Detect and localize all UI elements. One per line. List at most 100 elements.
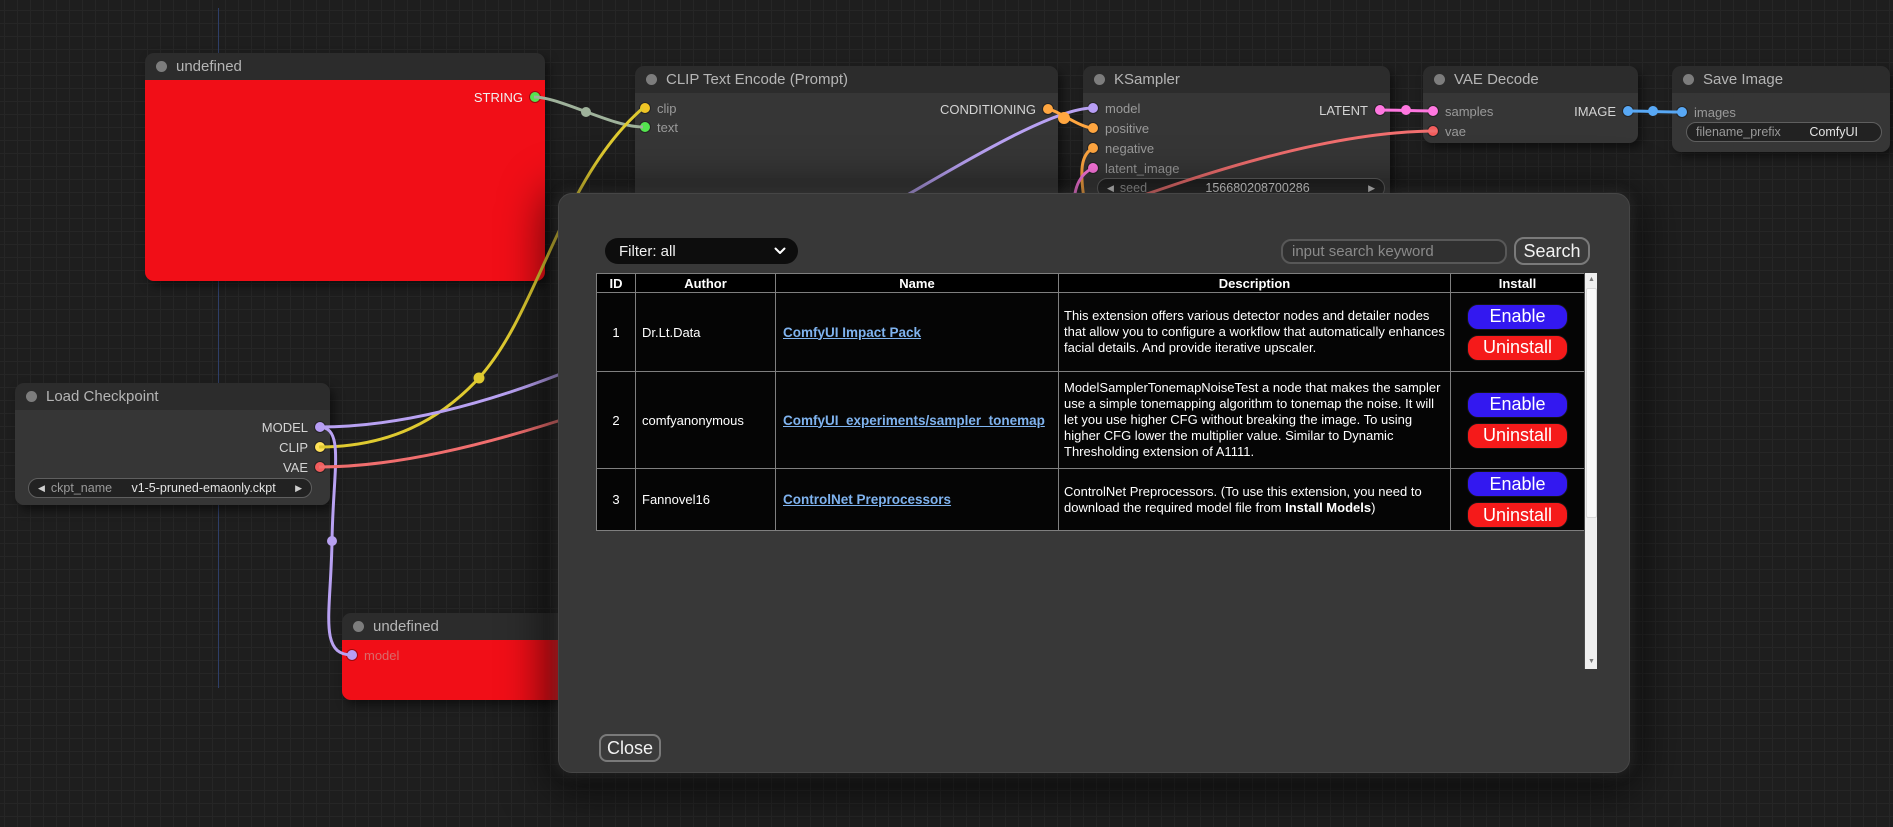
extension-description: ModelSamplerTonemapNoiseTest a node that… xyxy=(1059,372,1451,469)
conditioning-port-icon[interactable] xyxy=(1043,104,1053,114)
node-undefined-top[interactable]: undefined STRING xyxy=(145,53,545,281)
output-slot-string[interactable]: STRING xyxy=(474,87,540,107)
table-header-cell: ID xyxy=(597,274,636,293)
extension-link[interactable]: ComfyUI_experiments/sampler_tonemap xyxy=(783,413,1045,428)
search-input[interactable] xyxy=(1281,239,1507,264)
node-vae-decode[interactable]: VAE Decode samples vae IMAGE xyxy=(1423,66,1638,143)
input-slot-model[interactable]: model xyxy=(1088,98,1140,118)
enable-button[interactable]: Enable xyxy=(1467,304,1568,330)
node-undefined-bottom[interactable]: undefined model xyxy=(342,613,570,700)
collapse-dot-icon[interactable] xyxy=(156,61,167,72)
ckpt-name-widget[interactable]: ◀ ckpt_name v1-5-pruned-emaonly.ckpt ▶ xyxy=(28,478,312,498)
uninstall-button[interactable]: Uninstall xyxy=(1467,335,1568,361)
collapse-dot-icon[interactable] xyxy=(1683,74,1694,85)
extension-manager-dialog: Filter: all Search IDAuthorNameDescripti… xyxy=(558,193,1630,773)
input-slot-model[interactable]: model xyxy=(347,645,399,665)
reroute-dot xyxy=(474,373,485,384)
conditioning-port-icon[interactable] xyxy=(1088,123,1098,133)
uninstall-button[interactable]: Uninstall xyxy=(1467,423,1568,449)
latent-port-icon[interactable] xyxy=(1375,105,1385,115)
input-slot-samples[interactable]: samples xyxy=(1428,101,1493,121)
table-header-cell: Install xyxy=(1451,274,1585,293)
node-ksampler[interactable]: KSampler model positive negative latent_… xyxy=(1083,66,1390,206)
collapse-dot-icon[interactable] xyxy=(26,391,37,402)
decrement-arrow-icon[interactable]: ◀ xyxy=(38,483,45,494)
uninstall-button[interactable]: Uninstall xyxy=(1467,502,1568,528)
extension-id: 3 xyxy=(597,469,636,531)
extension-description: ControlNet Preprocessors. (To use this e… xyxy=(1059,469,1451,531)
extension-author: Fannovel16 xyxy=(636,469,776,531)
output-slot-model[interactable]: MODEL xyxy=(262,417,325,437)
extension-link[interactable]: ComfyUI Impact Pack xyxy=(783,325,921,340)
chevron-down-icon xyxy=(774,247,786,255)
input-slot-images[interactable]: images xyxy=(1677,102,1736,122)
output-slot-image[interactable]: IMAGE xyxy=(1574,101,1633,121)
increment-arrow-icon[interactable]: ▶ xyxy=(295,483,302,494)
image-port-icon[interactable] xyxy=(1677,107,1687,117)
collapse-dot-icon[interactable] xyxy=(1434,74,1445,85)
search-button[interactable]: Search xyxy=(1514,237,1590,265)
enable-button[interactable]: Enable xyxy=(1467,471,1568,497)
node-title-bar[interactable]: KSampler xyxy=(1083,66,1390,93)
node-title-bar[interactable]: Save Image xyxy=(1672,66,1890,93)
input-slot-clip[interactable]: clip xyxy=(640,98,677,118)
node-title: CLIP Text Encode (Prompt) xyxy=(666,71,848,88)
string-port-icon[interactable] xyxy=(530,92,540,102)
scroll-up-arrow-icon[interactable]: ▲ xyxy=(1585,273,1598,287)
scroll-down-arrow-icon[interactable]: ▼ xyxy=(1585,655,1598,669)
input-slot-text[interactable]: text xyxy=(640,117,678,137)
node-save-image[interactable]: Save Image images filename_prefix ComfyU… xyxy=(1672,66,1890,152)
filter-dropdown[interactable]: Filter: all xyxy=(605,238,798,264)
extension-link[interactable]: ControlNet Preprocessors xyxy=(783,492,951,507)
node-title-bar[interactable]: undefined xyxy=(145,53,545,80)
model-port-icon[interactable] xyxy=(315,422,325,432)
output-slot-conditioning[interactable]: CONDITIONING xyxy=(940,99,1053,119)
table-scrollbar[interactable]: ▲ ▼ xyxy=(1584,273,1597,669)
vae-port-icon[interactable] xyxy=(315,462,325,472)
clip-port-icon[interactable] xyxy=(315,442,325,452)
collapse-dot-icon[interactable] xyxy=(646,74,657,85)
output-slot-vae[interactable]: VAE xyxy=(283,457,325,477)
node-title-bar[interactable]: VAE Decode xyxy=(1423,66,1638,93)
input-slot-latent-image[interactable]: latent_image xyxy=(1088,158,1179,178)
input-slot-positive[interactable]: positive xyxy=(1088,118,1149,138)
clip-port-icon[interactable] xyxy=(640,103,650,113)
node-title-bar[interactable]: Load Checkpoint xyxy=(15,383,330,410)
filename-prefix-widget[interactable]: filename_prefix ComfyUI xyxy=(1686,122,1882,142)
latent-port-icon[interactable] xyxy=(1088,163,1098,173)
collapse-dot-icon[interactable] xyxy=(1094,74,1105,85)
output-slot-latent[interactable]: LATENT xyxy=(1319,100,1385,120)
node-title: Save Image xyxy=(1703,71,1783,88)
conditioning-port-icon[interactable] xyxy=(1088,143,1098,153)
node-title: KSampler xyxy=(1114,71,1180,88)
close-button[interactable]: Close xyxy=(599,734,661,762)
node-body xyxy=(145,80,545,281)
table-header-cell: Author xyxy=(636,274,776,293)
collapse-dot-icon[interactable] xyxy=(353,621,364,632)
image-port-icon[interactable] xyxy=(1623,106,1633,116)
text-port-icon[interactable] xyxy=(640,122,650,132)
model-port-icon[interactable] xyxy=(347,650,357,660)
latent-port-icon[interactable] xyxy=(1428,106,1438,116)
reroute-dot xyxy=(1401,105,1411,115)
table-row: 2 comfyanonymous ComfyUI_experiments/sam… xyxy=(597,372,1585,469)
node-load-checkpoint[interactable]: Load Checkpoint MODEL CLIP VAE ◀ ckpt_na… xyxy=(15,383,330,505)
extension-author: Dr.Lt.Data xyxy=(636,293,776,372)
extension-description: This extension offers various detector n… xyxy=(1059,293,1451,372)
extension-id: 1 xyxy=(597,293,636,372)
vae-port-icon[interactable] xyxy=(1428,126,1438,136)
node-clip-text-encode[interactable]: CLIP Text Encode (Prompt) clip text COND… xyxy=(635,66,1058,206)
table-row: 1 Dr.Lt.Data ComfyUI Impact Pack This ex… xyxy=(597,293,1585,372)
node-title-bar[interactable]: CLIP Text Encode (Prompt) xyxy=(635,66,1058,93)
scrollbar-thumb[interactable] xyxy=(1586,288,1597,518)
node-title: undefined xyxy=(373,618,439,635)
input-slot-negative[interactable]: negative xyxy=(1088,138,1154,158)
enable-button[interactable]: Enable xyxy=(1467,392,1568,418)
model-port-icon[interactable] xyxy=(1088,103,1098,113)
node-title-bar[interactable]: undefined xyxy=(342,613,570,640)
input-slot-vae[interactable]: vae xyxy=(1428,121,1466,141)
output-slot-clip[interactable]: CLIP xyxy=(279,437,325,457)
decrement-arrow-icon[interactable]: ◀ xyxy=(1107,183,1114,194)
increment-arrow-icon[interactable]: ▶ xyxy=(1368,183,1375,194)
node-title: Load Checkpoint xyxy=(46,388,159,405)
